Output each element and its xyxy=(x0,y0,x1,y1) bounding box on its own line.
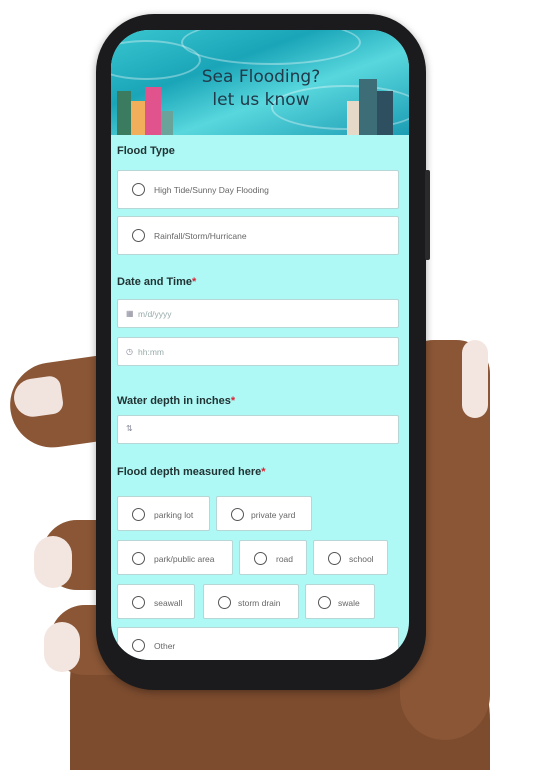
radio-icon[interactable] xyxy=(132,229,145,242)
radio-icon[interactable] xyxy=(318,596,331,609)
option-label: High Tide/Sunny Day Flooding xyxy=(154,185,269,195)
measured-here-option[interactable]: Other xyxy=(117,627,399,660)
number-icon: ⇅ xyxy=(126,424,133,433)
building-illustration xyxy=(377,91,393,135)
radio-icon[interactable] xyxy=(132,508,145,521)
building-illustration xyxy=(359,79,377,135)
date-input[interactable]: ▦ m/d/yyyy xyxy=(117,299,399,328)
header-banner: Sea Flooding? let us know xyxy=(111,30,409,135)
measured-here-option[interactable]: swale xyxy=(305,584,375,619)
option-label: storm drain xyxy=(238,598,281,608)
option-label: parking lot xyxy=(154,510,194,520)
radio-icon[interactable] xyxy=(218,596,231,609)
water-depth-input[interactable]: ⇅ xyxy=(117,415,399,444)
radio-icon[interactable] xyxy=(132,183,145,196)
measured-here-option[interactable]: road xyxy=(239,540,307,575)
radio-icon[interactable] xyxy=(132,596,145,609)
measured-here-option[interactable]: park/public area xyxy=(117,540,233,575)
date-time-label: Date and Time* xyxy=(117,276,197,288)
building-illustration xyxy=(347,101,359,135)
finger-nail xyxy=(462,340,488,418)
radio-icon[interactable] xyxy=(132,639,145,652)
building-illustration xyxy=(145,87,161,135)
option-label: road xyxy=(276,554,294,564)
option-label: seawall xyxy=(154,598,183,608)
phone-side-button xyxy=(425,170,430,260)
option-label: swale xyxy=(338,598,360,608)
flood-type-label: Flood Type xyxy=(117,145,175,157)
flood-type-option[interactable]: Rainfall/Storm/Hurricane xyxy=(117,216,399,255)
radio-icon[interactable] xyxy=(231,508,244,521)
title-line-2: let us know xyxy=(212,90,310,110)
required-mark: * xyxy=(230,395,236,407)
required-mark: * xyxy=(192,276,197,288)
option-label: park/public area xyxy=(154,554,215,564)
finger-nail xyxy=(44,622,80,672)
option-label: private yard xyxy=(251,510,296,520)
flood-type-option[interactable]: High Tide/Sunny Day Flooding xyxy=(117,170,399,209)
building-illustration xyxy=(117,91,131,135)
clock-icon: ◷ xyxy=(126,347,133,356)
calendar-icon: ▦ xyxy=(126,309,134,318)
measured-here-option[interactable]: school xyxy=(313,540,388,575)
building-illustration xyxy=(131,101,145,135)
option-label: school xyxy=(349,554,374,564)
phone-screen: Sea Flooding? let us know Flood Type Hig… xyxy=(111,30,409,660)
option-label: Other xyxy=(154,641,176,651)
date-placeholder: m/d/yyyy xyxy=(138,309,172,319)
page-title: Sea Flooding? let us know xyxy=(191,66,331,112)
time-input[interactable]: ◷ hh:mm xyxy=(117,337,399,366)
required-mark: * xyxy=(261,466,266,478)
measured-here-option[interactable]: storm drain xyxy=(203,584,299,619)
measured-here-option[interactable]: parking lot xyxy=(117,496,210,531)
finger-nail xyxy=(34,536,72,588)
title-line-1: Sea Flooding? xyxy=(201,67,321,87)
measured-here-option[interactable]: private yard xyxy=(216,496,312,531)
measured-here-option[interactable]: seawall xyxy=(117,584,195,619)
building-illustration xyxy=(161,111,173,135)
water-depth-label: Water depth in inches* xyxy=(117,395,236,407)
option-label: Rainfall/Storm/Hurricane xyxy=(154,231,247,241)
radio-icon[interactable] xyxy=(254,552,267,565)
radio-icon[interactable] xyxy=(328,552,341,565)
measured-here-label: Flood depth measured here* xyxy=(117,466,266,478)
time-placeholder: hh:mm xyxy=(138,347,164,357)
radio-icon[interactable] xyxy=(132,552,145,565)
